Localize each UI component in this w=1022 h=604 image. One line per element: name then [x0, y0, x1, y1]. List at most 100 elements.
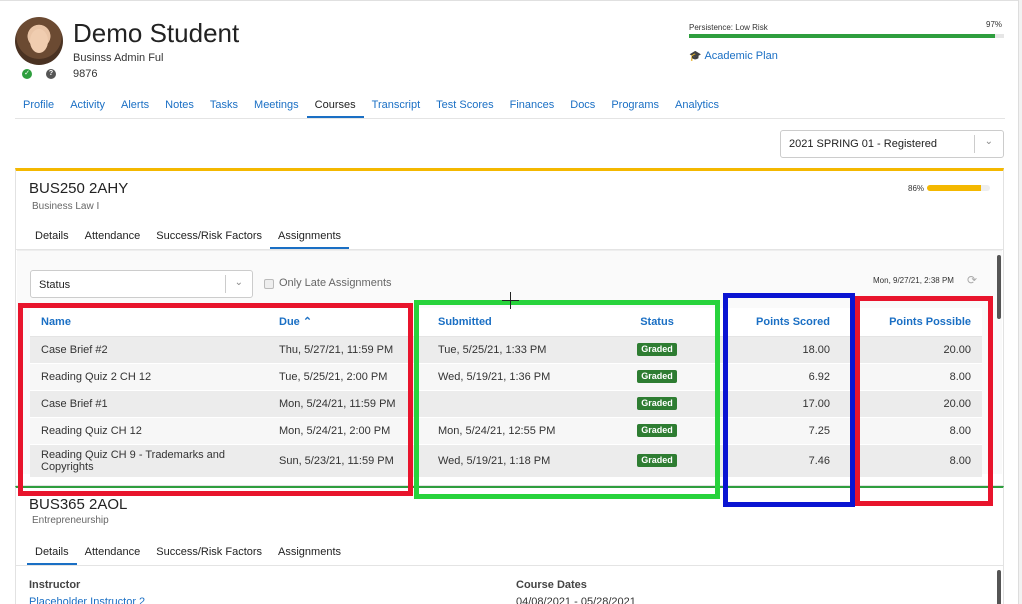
points-scored: 7.46	[707, 444, 841, 478]
assignment-submitted: Wed, 5/19/21, 1:36 PM	[427, 363, 607, 391]
col-status[interactable]: Status	[607, 308, 707, 337]
points-scored: 7.25	[707, 417, 841, 445]
status-filter-select[interactable]: Status ⌄	[30, 270, 253, 298]
table-row[interactable]: Case Brief #1 Mon, 5/24/21, 11:59 PM Grade…	[30, 390, 982, 418]
tab-tasks[interactable]: Tasks	[202, 96, 246, 118]
assignments-panel: Status ⌄ Only Late Assignments Mon, 9/27…	[17, 250, 1002, 478]
details-scrollbar[interactable]	[997, 570, 1001, 604]
check-status-icon: ✓	[22, 69, 32, 79]
assignment-due: Sun, 5/23/21, 11:59 PM	[268, 444, 427, 478]
tab-analytics[interactable]: Analytics	[667, 96, 727, 118]
table-row[interactable]: Case Brief #2 Thu, 5/27/21, 11:59 PM Tue, …	[30, 336, 982, 364]
course-tab-attendance[interactable]: Attendance	[77, 543, 149, 565]
tab-courses[interactable]: Courses	[306, 96, 364, 118]
status-badge: Graded	[637, 397, 677, 410]
points-scored: 17.00	[707, 390, 841, 418]
col-submitted[interactable]: Submitted	[427, 308, 607, 337]
persistence-bar	[689, 34, 1004, 38]
table-row[interactable]: Reading Quiz CH 12 Mon, 5/24/21, 2:00 PM M…	[30, 417, 982, 445]
course-code: BUS365 2AOL	[29, 496, 128, 513]
course-tab-success-risk-factors[interactable]: Success/Risk Factors	[148, 227, 270, 249]
instructor-label: Instructor	[29, 579, 81, 591]
assignment-submitted: Mon, 5/24/21, 12:55 PM	[427, 417, 607, 445]
assignment-due: Mon, 5/24/21, 11:59 PM	[268, 390, 427, 418]
assignment-submitted: Tue, 5/25/21, 1:33 PM	[427, 336, 607, 364]
assignment-status: Graded	[607, 336, 707, 364]
assignment-status: Graded	[607, 390, 707, 418]
points-scored: 6.92	[707, 363, 841, 391]
assignment-submitted	[427, 390, 607, 418]
status-badge: Graded	[637, 343, 677, 356]
term-select-value: 2021 SPRING 01 - Registered	[789, 138, 937, 150]
course-grade-bar	[927, 185, 990, 191]
course-card-bus365: BUS365 2AOL Entrepreneurship Details Atte…	[15, 486, 1004, 604]
status-badge: Graded	[637, 424, 677, 437]
course-card-bus250: BUS250 2AHY Business Law I 86% Details At…	[15, 168, 1004, 486]
points-possible: 8.00	[841, 417, 982, 445]
assignment-status: Graded	[607, 444, 707, 478]
tab-alerts[interactable]: Alerts	[113, 96, 157, 118]
tab-docs[interactable]: Docs	[562, 96, 603, 118]
instructor-link[interactable]: Placeholder Instructor 2	[29, 596, 145, 604]
col-points-scored[interactable]: Points Scored	[707, 308, 841, 337]
persistence-percent: 97%	[986, 20, 1003, 29]
assignment-name: Case Brief #2	[30, 336, 268, 364]
tab-finances[interactable]: Finances	[502, 96, 563, 118]
tab-notes[interactable]: Notes	[157, 96, 202, 118]
assignment-status: Graded	[607, 417, 707, 445]
tab-meetings[interactable]: Meetings	[246, 96, 307, 118]
late-only-label[interactable]: Only Late Assignments	[279, 277, 392, 289]
course-tab-success-risk-factors[interactable]: Success/Risk Factors	[148, 543, 270, 565]
assignments-scrollbar[interactable]	[997, 255, 1001, 319]
assignment-due: Thu, 5/27/21, 11:59 PM	[268, 336, 427, 364]
course-dates-value: 04/08/2021 - 05/28/2021	[516, 596, 636, 604]
col-name[interactable]: Name	[30, 308, 268, 337]
points-possible: 8.00	[841, 363, 982, 391]
tab-profile[interactable]: Profile	[15, 96, 62, 118]
course-tab-attendance[interactable]: Attendance	[77, 227, 149, 249]
course-tab-assignments[interactable]: Assignments	[270, 543, 349, 565]
late-only-checkbox[interactable]	[264, 279, 274, 289]
course-tab-details[interactable]: Details	[27, 227, 77, 249]
term-select[interactable]: 2021 SPRING 01 - Registered ⌄	[780, 130, 1004, 158]
assignment-due: Tue, 5/25/21, 2:00 PM	[268, 363, 427, 391]
student-id: 9876	[73, 68, 98, 80]
assignment-status: Graded	[607, 363, 707, 391]
assignment-submitted: Wed, 5/19/21, 1:18 PM	[427, 444, 607, 478]
table-row[interactable]: Reading Quiz CH 9 - Trademarks and Copyr…	[30, 444, 982, 478]
points-scored: 18.00	[707, 336, 841, 364]
tab-test-scores[interactable]: Test Scores	[428, 96, 501, 118]
chevron-down-icon[interactable]: ⌄	[235, 277, 243, 288]
crosshair-cursor-icon	[502, 292, 519, 309]
course-dates-label: Course Dates	[516, 579, 587, 591]
academic-plan-link[interactable]: 🎓 Academic Plan	[689, 50, 778, 62]
course-grade-percent: 86%	[908, 184, 925, 193]
course-code: BUS250 2AHY	[29, 180, 129, 197]
col-due[interactable]: Due ⌃	[268, 308, 427, 337]
select-separator	[974, 135, 975, 153]
table-row[interactable]: Reading Quiz 2 CH 12 Tue, 5/25/21, 2:00 P…	[30, 363, 982, 391]
persistence-bar-fill	[689, 34, 995, 38]
assignment-due: Mon, 5/24/21, 2:00 PM	[268, 417, 427, 445]
sort-asc-icon: ⌃	[302, 316, 313, 329]
status-filter-value: Status	[39, 279, 71, 291]
status-badge: Graded	[637, 454, 677, 467]
course-tab-assignments[interactable]: Assignments	[270, 227, 350, 249]
table-header-row: Name Due ⌃ Submitted Status Points Score…	[30, 308, 982, 337]
status-badge: Graded	[637, 370, 677, 383]
points-possible: 8.00	[841, 444, 982, 478]
course-tab-divider	[16, 565, 1003, 566]
assignment-name: Reading Quiz CH 12	[30, 417, 268, 445]
refresh-icon[interactable]: ⟳	[967, 273, 977, 287]
tab-activity[interactable]: Activity	[62, 96, 113, 118]
tab-transcript[interactable]: Transcript	[364, 96, 429, 118]
persistence-label: Persistence: Low Risk	[689, 23, 768, 32]
page-scrollbar[interactable]	[1018, 0, 1022, 604]
chevron-down-icon[interactable]: ⌄	[985, 136, 993, 147]
tab-programs[interactable]: Programs	[603, 96, 667, 118]
course-title: Entrepreneurship	[32, 515, 109, 526]
help-icon[interactable]: ?	[46, 69, 56, 79]
col-points-possible[interactable]: Points Possible	[841, 308, 982, 337]
course-tab-details[interactable]: Details	[27, 543, 77, 565]
student-name: Demo Student	[73, 18, 240, 48]
